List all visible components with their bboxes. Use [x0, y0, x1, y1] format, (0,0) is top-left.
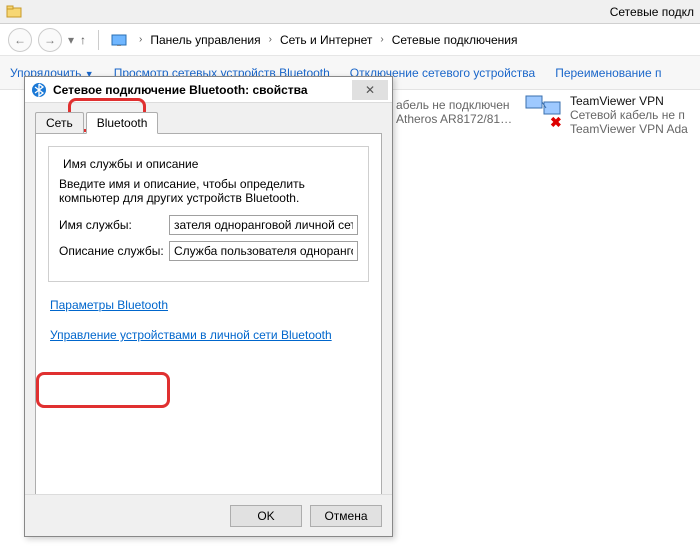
nav-forward-button[interactable]: → [38, 28, 62, 52]
toolbar-rename[interactable]: Переименование п [555, 66, 661, 80]
tab-network[interactable]: Сеть [35, 112, 84, 134]
breadcrumb-mid[interactable]: Сеть и Интернет [276, 31, 376, 49]
link-bluetooth-params[interactable]: Параметры Bluetooth [50, 298, 168, 312]
nav-up-button[interactable]: ↑ [80, 33, 86, 47]
bluetooth-icon [31, 82, 47, 98]
tab-strip: Сеть Bluetooth [35, 111, 382, 133]
network-item-adapter: TeamViewer VPN Ada [570, 122, 688, 136]
network-item-status: Сетевой кабель не п [570, 108, 688, 122]
service-name-label: Имя службы: [59, 218, 169, 232]
nav-separator [98, 30, 99, 50]
network-folder-icon [6, 4, 22, 20]
service-desc-row: Описание службы: [59, 241, 358, 261]
group-header: Имя службы и описание [59, 157, 202, 171]
tab-pane-bluetooth: Имя службы и описание Введите имя и опис… [35, 133, 382, 511]
nav-row: ← → ▾ ↑ › Панель управления › Сеть и Инт… [0, 24, 700, 56]
window-titlebar: Сетевые подкл [0, 0, 700, 24]
dialog-button-row: OK Отмена [25, 494, 392, 536]
network-item-title: TeamViewer VPN [570, 94, 688, 108]
link-manage-devices[interactable]: Управление устройствами в личной сети Bl… [50, 328, 332, 342]
dialog-close-button[interactable]: ✕ [352, 80, 388, 100]
network-item-adapter: Atheros AR8172/81… [396, 112, 512, 126]
cancel-button[interactable]: Отмена [310, 505, 382, 527]
dialog-body: Сеть Bluetooth Имя службы и описание Вве… [25, 103, 392, 494]
disconnected-x-icon: ✖ [550, 114, 562, 131]
network-adapter-icon: ✖ [524, 94, 564, 130]
network-item-ethernet[interactable]: абель не подключен Atheros AR8172/81… [396, 98, 512, 126]
chevron-right-icon: › [269, 34, 272, 45]
dialog-caption: Сетевое подключение Bluetooth: свойства [53, 83, 352, 97]
group-description: Введите имя и описание, чтобы определить… [59, 177, 358, 205]
service-desc-label: Описание службы: [59, 244, 169, 258]
service-desc-input[interactable] [169, 241, 358, 261]
chevron-right-icon: › [139, 34, 142, 45]
tab-bluetooth[interactable]: Bluetooth [86, 112, 159, 134]
service-group: Имя службы и описание Введите имя и опис… [48, 146, 369, 282]
close-icon: ✕ [365, 83, 375, 97]
ok-button[interactable]: OK [230, 505, 302, 527]
nav-back-button[interactable]: ← [8, 28, 32, 52]
breadcrumb-root[interactable]: Панель управления [146, 31, 264, 49]
service-name-row: Имя службы: [59, 215, 358, 235]
dialog-titlebar: Сетевое подключение Bluetooth: свойства … [25, 77, 392, 103]
properties-dialog: Сетевое подключение Bluetooth: свойства … [24, 76, 393, 537]
network-item-status: абель не подключен [396, 98, 512, 112]
control-panel-icon [111, 32, 127, 48]
window-title-text: Сетевые подкл [610, 5, 694, 19]
network-item-teamviewer[interactable]: ✖ TeamViewer VPN Сетевой кабель не п Tea… [524, 94, 688, 136]
breadcrumb: › Панель управления › Сеть и Интернет › … [139, 31, 521, 49]
nav-dropdown-button[interactable]: ▾ [68, 33, 74, 47]
breadcrumb-leaf[interactable]: Сетевые подключения [388, 31, 522, 49]
service-name-input[interactable] [169, 215, 358, 235]
chevron-right-icon: › [380, 34, 383, 45]
